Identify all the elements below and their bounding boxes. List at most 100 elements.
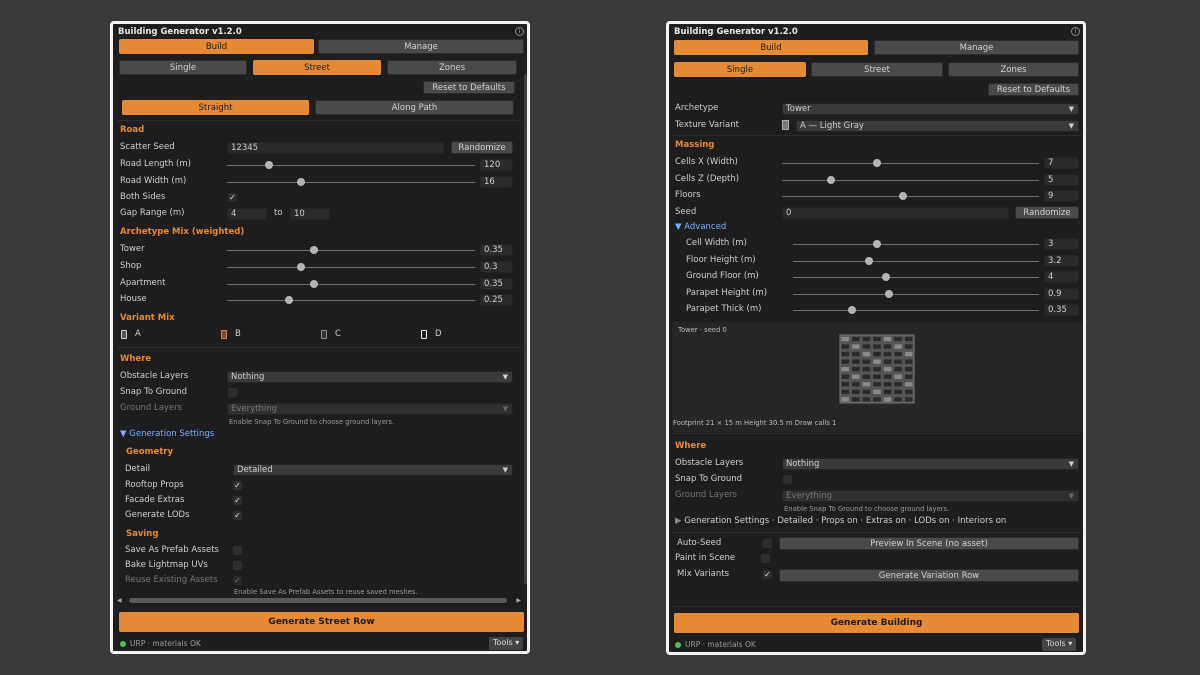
scroll-left-icon[interactable]: ◀ (117, 597, 122, 604)
subtab-zones[interactable]: Zones (387, 60, 517, 75)
subtab-single[interactable]: Single (674, 62, 806, 77)
slider-knob[interactable] (297, 263, 306, 271)
info-icon[interactable]: i (515, 27, 524, 36)
scatter-seed-field[interactable]: 12345 (227, 142, 444, 154)
generate-variation-row-button[interactable]: Generate Variation Row (779, 569, 1079, 582)
randomize-button[interactable]: Randomize (451, 141, 513, 154)
archetype-apartment-slider[interactable] (227, 284, 475, 285)
archetype-shop-field[interactable]: 0.3 (480, 261, 513, 273)
floors-field[interactable]: 9 (1044, 190, 1079, 202)
paint-in-scene-checkbox[interactable] (761, 554, 770, 563)
parapet-thick-slider[interactable] (793, 310, 1039, 311)
gap-max-field[interactable]: 10 (290, 208, 330, 220)
archetype-dropdown[interactable]: Tower ▼ (782, 103, 1079, 115)
generate-street-row-button[interactable]: Generate Street Row (119, 612, 524, 632)
horizontal-scrollbar[interactable]: ◀ ▶ (117, 597, 521, 604)
reset-defaults-button[interactable]: Reset to Defaults (423, 81, 515, 94)
variant-d-swatch-icon[interactable] (421, 330, 427, 339)
road-width-field[interactable]: 16 (480, 176, 513, 188)
slider-knob[interactable] (873, 159, 882, 167)
facade-extras-checkbox[interactable]: ✓ (233, 496, 242, 505)
randomize-button[interactable]: Randomize (1015, 206, 1079, 219)
road-length-field[interactable]: 120 (480, 159, 513, 171)
cell-width-field[interactable]: 3 (1044, 238, 1079, 250)
road-width-slider[interactable] (227, 182, 475, 183)
gap-min-field[interactable]: 4 (227, 208, 267, 220)
snap-to-ground-checkbox[interactable] (783, 475, 792, 484)
scroll-right-icon[interactable]: ▶ (516, 597, 521, 604)
info-icon[interactable]: i (1071, 27, 1080, 36)
slider-knob[interactable] (309, 280, 318, 288)
cells-z-field[interactable]: 5 (1044, 174, 1079, 186)
horizontal-scrollbar-thumb[interactable] (129, 598, 507, 603)
building-window (904, 351, 913, 357)
bake-lightmap-checkbox[interactable] (233, 561, 242, 570)
slider-knob[interactable] (265, 161, 274, 169)
subtab-zones[interactable]: Zones (948, 62, 1079, 77)
floors-slider[interactable] (782, 196, 1039, 197)
generate-lods-checkbox[interactable]: ✓ (233, 511, 242, 520)
mix-variants-checkbox[interactable]: ✓ (763, 570, 772, 579)
floor-height-slider[interactable] (793, 261, 1039, 262)
building-preview-panel[interactable]: Tower · seed 0 (672, 322, 1082, 432)
rooftop-props-checkbox[interactable]: ✓ (233, 481, 242, 490)
tab-build[interactable]: Build (119, 39, 314, 54)
slider-knob[interactable] (872, 240, 881, 248)
parapet-thick-field[interactable]: 0.35 (1044, 304, 1079, 316)
obstacle-layers-dropdown[interactable]: Nothing ▼ (227, 371, 513, 383)
slider-knob[interactable] (865, 257, 874, 265)
slider-knob[interactable] (848, 306, 857, 314)
floor-height-field[interactable]: 3.2 (1044, 255, 1079, 267)
variant-a-swatch-icon[interactable] (121, 330, 127, 339)
slider-knob[interactable] (884, 290, 893, 298)
parapet-height-slider[interactable] (793, 294, 1039, 295)
tools-menu-button[interactable]: Tools ▾ (1042, 638, 1077, 651)
slider-knob[interactable] (826, 176, 835, 184)
subtab-street[interactable]: Street (253, 60, 381, 75)
tab-build[interactable]: Build (674, 40, 868, 55)
reset-defaults-button[interactable]: Reset to Defaults (988, 83, 1079, 96)
auto-seed-checkbox[interactable] (763, 539, 772, 548)
archetype-tower-field[interactable]: 0.35 (480, 244, 513, 256)
generation-settings-foldout[interactable]: ▶ Generation Settings · Detailed · Props… (675, 516, 1006, 527)
parapet-thick-label: Parapet Thick (m) (686, 304, 762, 314)
subtab-single[interactable]: Single (119, 60, 247, 75)
cells-x-slider[interactable] (782, 163, 1039, 164)
parapet-height-field[interactable]: 0.9 (1044, 288, 1079, 300)
snap-to-ground-checkbox[interactable] (228, 388, 237, 397)
tab-straight[interactable]: Straight (122, 100, 309, 115)
slider-knob[interactable] (297, 178, 306, 186)
slider-knob[interactable] (285, 296, 293, 304)
cell-width-slider[interactable] (793, 244, 1039, 245)
subtab-street[interactable]: Street (811, 62, 943, 77)
seed-field[interactable]: 0 (782, 207, 1009, 219)
preview-in-scene-button[interactable]: Preview In Scene (no asset) (779, 537, 1079, 550)
cells-z-slider[interactable] (782, 180, 1039, 181)
tab-along-path[interactable]: Along Path (315, 100, 514, 115)
slider-knob[interactable] (309, 246, 318, 254)
save-prefab-checkbox[interactable] (233, 546, 242, 555)
texture-variant-dropdown[interactable]: A — Light Gray ▼ (796, 120, 1079, 132)
tab-manage[interactable]: Manage (318, 39, 524, 54)
ground-floor-field[interactable]: 4 (1044, 271, 1079, 283)
slider-knob[interactable] (882, 273, 891, 281)
both-sides-checkbox[interactable]: ✓ (228, 193, 237, 202)
archetype-apartment-field[interactable]: 0.35 (480, 278, 513, 290)
vertical-scrollbar[interactable] (524, 74, 527, 584)
generate-building-button[interactable]: Generate Building (674, 613, 1079, 633)
generation-settings-foldout[interactable]: ▼ Generation Settings (120, 429, 214, 440)
ground-floor-slider[interactable] (793, 277, 1039, 278)
archetype-house-field[interactable]: 0.25 (480, 294, 513, 306)
advanced-foldout[interactable]: ▼ Advanced (675, 222, 726, 233)
detail-dropdown[interactable]: Detailed ▼ (233, 464, 513, 476)
variant-c-swatch-icon[interactable] (321, 330, 327, 339)
obstacle-layers-dropdown[interactable]: Nothing ▼ (782, 458, 1079, 470)
archetype-shop-slider[interactable] (227, 267, 475, 268)
archetype-house-slider[interactable] (227, 300, 475, 301)
variant-b-swatch-icon[interactable] (221, 330, 227, 339)
cells-x-field[interactable]: 7 (1044, 157, 1079, 169)
tab-manage[interactable]: Manage (874, 40, 1079, 55)
slider-knob[interactable] (898, 192, 907, 200)
archetype-tower-slider[interactable] (227, 250, 475, 251)
tools-menu-button[interactable]: Tools ▾ (489, 637, 524, 650)
